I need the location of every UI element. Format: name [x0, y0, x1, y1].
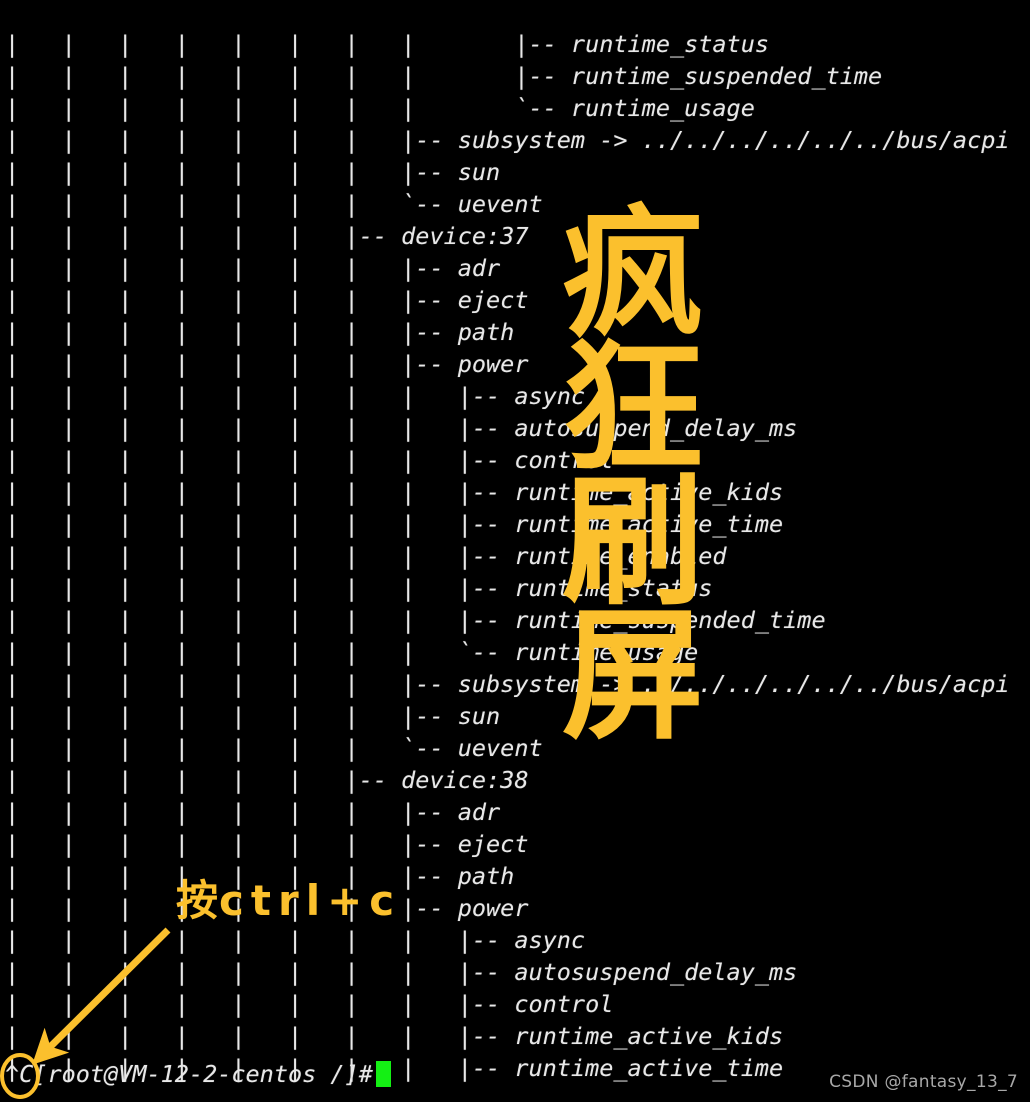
watermark: CSDN @fantasy_13_7 [829, 1072, 1018, 1092]
annotation-hint-text: 按ctrl+c [176, 876, 401, 926]
terminal-screen: | | | | | | | | |-- runtime_status | | | … [0, 0, 1030, 1102]
terminal-line: | | | | | | | |-- adr [5, 797, 501, 826]
terminal-line: | | | | | | | |-- sun [5, 157, 501, 186]
terminal-line: | | | | | | | | |-- runtime_status [5, 29, 770, 58]
terminal-line: | | | | | | | | |-- control [5, 989, 614, 1018]
terminal-line: | | | | | | | |-- sun [5, 701, 501, 730]
terminal-cursor [375, 1061, 391, 1087]
terminal-line: | | | | | | | |-- subsystem -> ../../../… [5, 669, 1010, 698]
terminal-line: | | | | | | | |-- path [5, 317, 515, 346]
terminal-line: | | | | | | |-- device:38 [5, 765, 529, 794]
terminal-line: | | | | | | | |-- adr [5, 253, 501, 282]
terminal-line: | | | | | | | | |-- control [5, 445, 614, 474]
terminal-line: | | | | | | | |-- eject [5, 285, 529, 314]
terminal-line: | | | | | | | | `-- runtime_usage [5, 637, 699, 666]
terminal-line: | | | | | | | |-- power [5, 893, 529, 922]
annotation-hint-keys: ctrl+c [219, 876, 402, 925]
shell-prompt-line[interactable]: ^C[root@VM-12-2-centos /]# [5, 1058, 391, 1090]
terminal-line: | | | | | | | | |-- runtime_active_kids [5, 477, 784, 506]
terminal-line: | | | | | | | | |-- async [5, 381, 586, 410]
terminal-line: | | | | | | | | |-- autosuspend_delay_ms [5, 957, 798, 986]
terminal-line: | | | | | | | | `-- runtime_usage [5, 93, 755, 122]
terminal-line: | | | | | | | | |-- runtime_active_kids [5, 1021, 784, 1050]
terminal-line: | | | | | | | | |-- runtime_active_time [5, 509, 784, 538]
terminal-line: | | | | | | | |-- subsystem -> ../../../… [5, 125, 1010, 154]
terminal-line: | | | | | | | | |-- runtime_enabled [5, 541, 727, 570]
terminal-line: | | | | | | | |-- power [5, 349, 529, 378]
terminal-line: | | | | | | | `-- uevent [5, 189, 543, 218]
shell-prompt-text: ^C[root@VM-12-2-centos /]# [5, 1060, 373, 1088]
terminal-line: | | | | | | | | |-- async [5, 925, 586, 954]
annotation-hint-cjk: 按 [176, 876, 220, 925]
terminal-line: | | | | | | | | |-- runtime_suspended_ti… [5, 605, 826, 634]
terminal-line: | | | | | | | | |-- runtime_suspended_ti… [5, 61, 883, 90]
terminal-line: | | | | | | | `-- uevent [5, 733, 543, 762]
terminal-output[interactable]: | | | | | | | | |-- runtime_status | | | … [0, 24, 1030, 1102]
terminal-line: | | | | | | |-- device:37 [5, 221, 529, 250]
annotation-big-text: 疯狂刷屏 [562, 192, 704, 759]
terminal-line: | | | | | | | | |-- autosuspend_delay_ms [5, 413, 798, 442]
terminal-line: | | | | | | | | |-- runtime_status [5, 573, 713, 602]
terminal-line: | | | | | | | |-- path [5, 861, 515, 890]
terminal-line: | | | | | | | |-- eject [5, 829, 529, 858]
